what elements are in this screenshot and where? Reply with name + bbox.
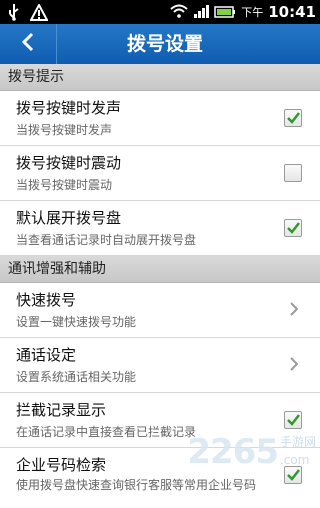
setting-title: 拨号按键时震动 <box>16 154 122 172</box>
setting-key-sound[interactable]: 拨号按键时发声 当拨号按键时发声 <box>0 91 320 146</box>
setting-summary: 当拨号按键时发声 <box>16 123 113 137</box>
setting-title: 拨号按键时发声 <box>16 99 122 117</box>
page-title: 拨号设置 <box>126 33 203 55</box>
blocked-records-checkbox[interactable] <box>284 411 302 429</box>
wifi-icon <box>170 3 188 22</box>
section-header-dial-tips: 拨号提示 <box>0 64 320 91</box>
key-vibrate-checkbox[interactable] <box>284 164 302 182</box>
setting-summary: 当拨号按键时震动 <box>16 178 113 192</box>
check-icon <box>287 112 300 124</box>
chevron-right-icon <box>290 301 299 320</box>
setting-summary: 在通话记录中直接查看已拦截记录 <box>16 425 197 439</box>
setting-title: 拦截记录显示 <box>16 401 107 419</box>
setting-summary: 当查看通话记录时自动展开拨号盘 <box>16 233 197 247</box>
battery-icon <box>214 3 236 22</box>
watermark-domain: .com <box>279 453 310 467</box>
watermark-logo: 2265 手游网 .com <box>187 432 316 472</box>
setting-call-settings[interactable]: 通话设定 设置系统通话相关功能 <box>0 338 320 393</box>
watermark-suffix: 手游网 <box>279 435 316 449</box>
status-bar: 下午 10:41 <box>0 0 320 24</box>
check-icon <box>287 222 300 234</box>
chevron-right-icon <box>290 356 299 375</box>
setting-summary: 使用拨号盘快速查询银行客服等常用企业号码 <box>16 478 257 492</box>
setting-title: 默认展开拨号盘 <box>16 209 122 227</box>
setting-summary: 设置一键快速拨号功能 <box>16 315 137 329</box>
key-sound-checkbox[interactable] <box>284 109 302 127</box>
watermark-number: 2265 <box>187 432 279 472</box>
usb-icon <box>6 3 22 25</box>
setting-expand-dialpad[interactable]: 默认展开拨号盘 当查看通话记录时自动展开拨号盘 <box>0 201 320 256</box>
expand-dialpad-checkbox[interactable] <box>284 219 302 237</box>
signal-icon <box>193 3 210 22</box>
setting-key-vibrate[interactable]: 拨号按键时震动 当拨号按键时震动 <box>0 146 320 201</box>
title-bar: 拨号设置 <box>0 24 320 64</box>
setting-title: 企业号码检索 <box>16 456 107 474</box>
setting-summary: 设置系统通话相关功能 <box>16 370 137 384</box>
warning-icon <box>29 2 49 25</box>
status-time: 10:41 <box>268 3 316 21</box>
status-ampm: 下午 <box>241 6 264 19</box>
setting-title: 快速拨号 <box>16 291 77 309</box>
setting-title: 通话设定 <box>16 346 77 364</box>
setting-speed-dial[interactable]: 快速拨号 设置一键快速拨号功能 <box>0 283 320 338</box>
section-header-comm-enhance: 通讯增强和辅助 <box>0 256 320 283</box>
check-icon <box>287 414 300 426</box>
